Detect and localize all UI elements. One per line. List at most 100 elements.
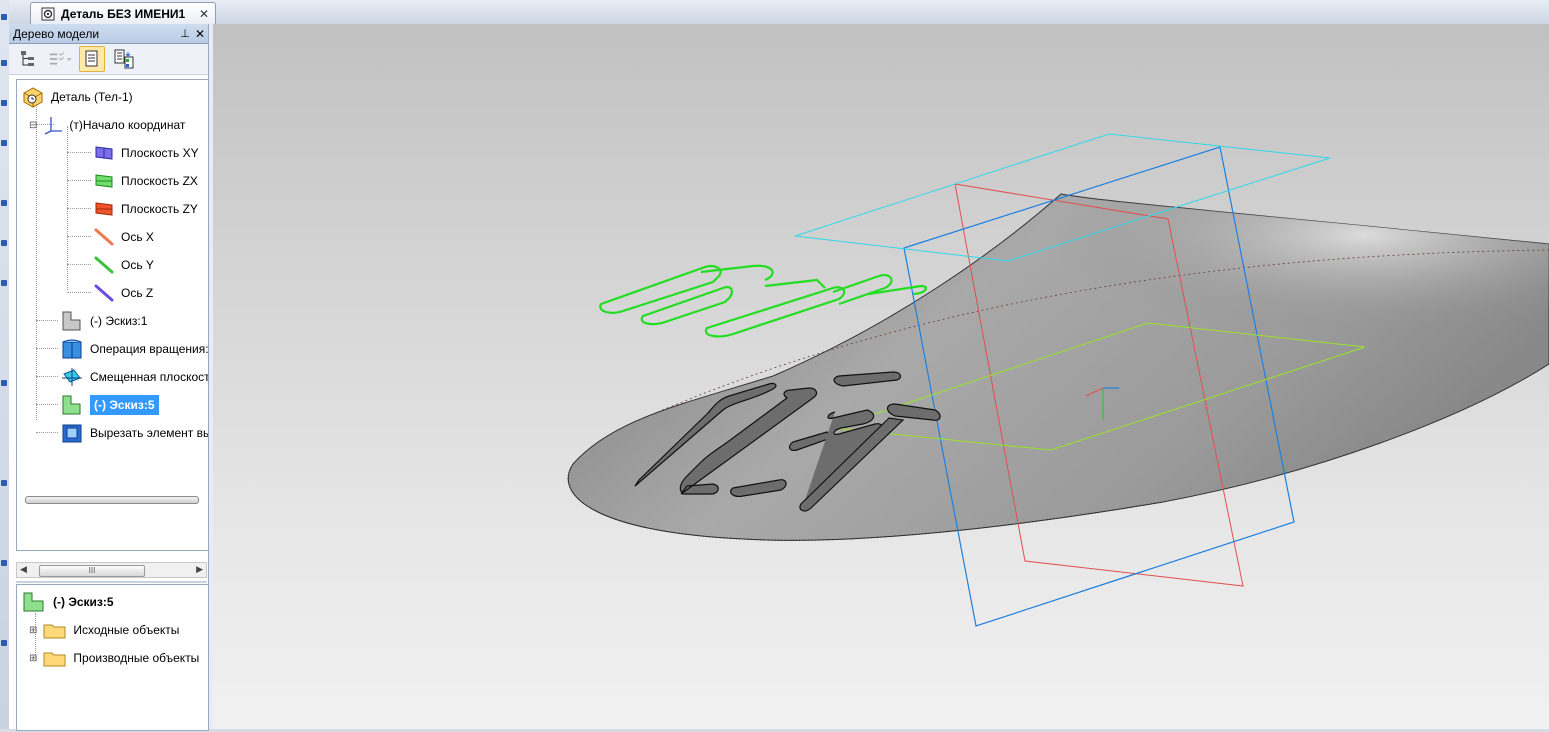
revolve-operation-icon (62, 339, 82, 359)
plane-zx-icon (95, 174, 113, 188)
tool-icon[interactable] (1, 380, 7, 386)
tree-item-sketch-1[interactable]: (-) Эскиз:1 (60, 310, 147, 332)
model-tree: Деталь (Тел-1) ⊟ (т)Начало координат Пло… (16, 79, 209, 551)
tree-connector (67, 292, 91, 293)
close-icon[interactable]: ✕ (192, 27, 208, 41)
tree-structure-button[interactable] (15, 46, 41, 72)
tree-inner-scrollbar[interactable] (25, 496, 199, 504)
tree-item-label: Ось Z (121, 286, 154, 300)
sketch-icon (23, 592, 44, 612)
tool-icon[interactable] (1, 280, 7, 286)
folder-icon (43, 624, 66, 639)
close-icon[interactable]: ✕ (199, 7, 209, 21)
tree-item-label: Ось Y (121, 258, 154, 272)
body-highlight (1021, 194, 1549, 358)
panel-splitter[interactable] (16, 581, 207, 583)
tree-structure-icon (21, 51, 34, 66)
tool-icon[interactable] (1, 560, 7, 566)
tree-connector (67, 208, 91, 209)
part-document-icon (41, 7, 55, 20)
axis-y-icon (94, 256, 114, 274)
plane-zy-icon (95, 202, 113, 216)
3d-viewport[interactable] (213, 24, 1549, 729)
relations-tree: (-) Эскиз:5 ⊞ Исходные объекты ⊞ Произво… (16, 584, 209, 731)
tree-item-offset-plane[interactable]: Смещенная плоскость (60, 366, 209, 388)
cut-extrude-icon (62, 424, 82, 443)
tree-item-revolve[interactable]: Операция вращения:1 (60, 338, 209, 360)
axis-x-icon (94, 228, 114, 246)
tree-item-label: Плоскость ZY (121, 202, 198, 216)
tree-item-sketch-5[interactable]: (-) Эскиз:5 (60, 394, 159, 416)
tree-connector (67, 236, 91, 237)
tree-item-label: (т)Начало координат (69, 118, 186, 132)
order-button[interactable] (111, 46, 137, 72)
tree-item-cut-extrude[interactable]: Вырезать элемент выдавливания (60, 422, 208, 444)
checklist-icon (49, 52, 72, 65)
model-tree-panel: Дерево модели ⊥ ✕ Деталь (Тел-1) ⊟ (т)На… (9, 24, 209, 731)
tree-item-label: Ось X (121, 230, 154, 244)
tree-item-label: Смещенная плоскость (90, 370, 209, 384)
tree-item-plane-xy[interactable]: Плоскость XY (93, 142, 199, 164)
3d-scene[interactable] (213, 24, 1549, 729)
tree-item-axis-z[interactable]: Ось Z (93, 282, 153, 304)
tool-icon[interactable] (1, 480, 7, 486)
filter-button[interactable] (47, 46, 73, 72)
tree-item-label: (-) Эскиз:1 (90, 314, 148, 328)
tool-icon[interactable] (1, 200, 7, 206)
tree-connector (36, 404, 58, 405)
relations-item-derived[interactable]: ⊞ Производные объекты (29, 647, 199, 669)
panel-header: Дерево модели ⊥ ✕ (9, 24, 208, 44)
tree-item-label: Вырезать элемент выдавливания (90, 426, 208, 440)
document-list-icon (85, 50, 98, 67)
sketch-icon (62, 311, 81, 331)
relations-title: (-) Эскиз:5 (53, 595, 114, 609)
tree-item-label: Деталь (Тел-1) (51, 90, 133, 104)
expand-icon[interactable]: ⊞ (29, 625, 37, 636)
tree-item-label: Плоскость XY (121, 146, 199, 160)
tree-item-axis-y[interactable]: Ось Y (93, 254, 154, 276)
document-tab[interactable]: Деталь БЕЗ ИМЕНИ1 ✕ (30, 2, 216, 24)
plane-xy-icon (95, 146, 113, 160)
panel-title: Дерево модели (13, 26, 100, 41)
document-tab-bar: Деталь БЕЗ ИМЕНИ1 ✕ (9, 0, 1549, 25)
scroll-right-icon[interactable]: ▶ (196, 564, 203, 575)
tree-item-axis-x[interactable]: Ось X (93, 226, 154, 248)
tree-connector (36, 376, 58, 377)
tree-connector (67, 264, 91, 265)
pin-icon[interactable]: ⊥ (178, 27, 192, 40)
tree-horizontal-scrollbar[interactable]: ◀ III ▶ (16, 562, 207, 578)
tree-item-label: Операция вращения:1 (90, 342, 209, 356)
folder-icon (43, 652, 66, 667)
tree-connector (67, 152, 91, 153)
axis-z-icon (94, 284, 114, 302)
relations-item-label: Производные объекты (73, 651, 200, 665)
tree-item-root[interactable]: Деталь (Тел-1) (21, 86, 133, 108)
coordinate-origin-icon (45, 117, 63, 135)
tree-connector (36, 432, 58, 433)
tool-icon[interactable] (1, 14, 7, 20)
tree-item-plane-zx[interactable]: Плоскость ZX (93, 170, 198, 192)
scroll-left-icon[interactable]: ◀ (20, 564, 27, 575)
tool-icon[interactable] (1, 640, 7, 646)
tree-item-label: Плоскость ZX (121, 174, 198, 188)
tool-icon[interactable] (1, 240, 7, 246)
document-title: Деталь БЕЗ ИМЕНИ1 (61, 6, 186, 21)
tree-item-plane-zy[interactable]: Плоскость ZY (93, 198, 198, 220)
tool-icon[interactable] (1, 100, 7, 106)
tree-connector (36, 320, 58, 321)
tool-icon[interactable] (1, 140, 7, 146)
relations-item-label: Исходные объекты (73, 623, 180, 637)
tree-connector (36, 348, 58, 349)
tree-connector (36, 98, 37, 420)
tool-icon[interactable] (1, 60, 7, 66)
tree-item-origin[interactable]: ⊟ (т)Начало координат (29, 114, 185, 136)
offset-plane-icon (62, 368, 82, 386)
tree-item-label: (-) Эскиз:5 (90, 395, 159, 415)
relations-item-source[interactable]: ⊞ Исходные объекты (29, 619, 179, 641)
scroll-thumb[interactable]: III (39, 565, 145, 577)
expand-icon[interactable]: ⊞ (29, 653, 37, 664)
collapse-icon[interactable]: ⊟ (29, 120, 37, 131)
relations-root[interactable]: (-) Эскиз:5 (21, 591, 114, 613)
part-icon (23, 87, 43, 108)
tree-view-button[interactable] (79, 46, 105, 72)
